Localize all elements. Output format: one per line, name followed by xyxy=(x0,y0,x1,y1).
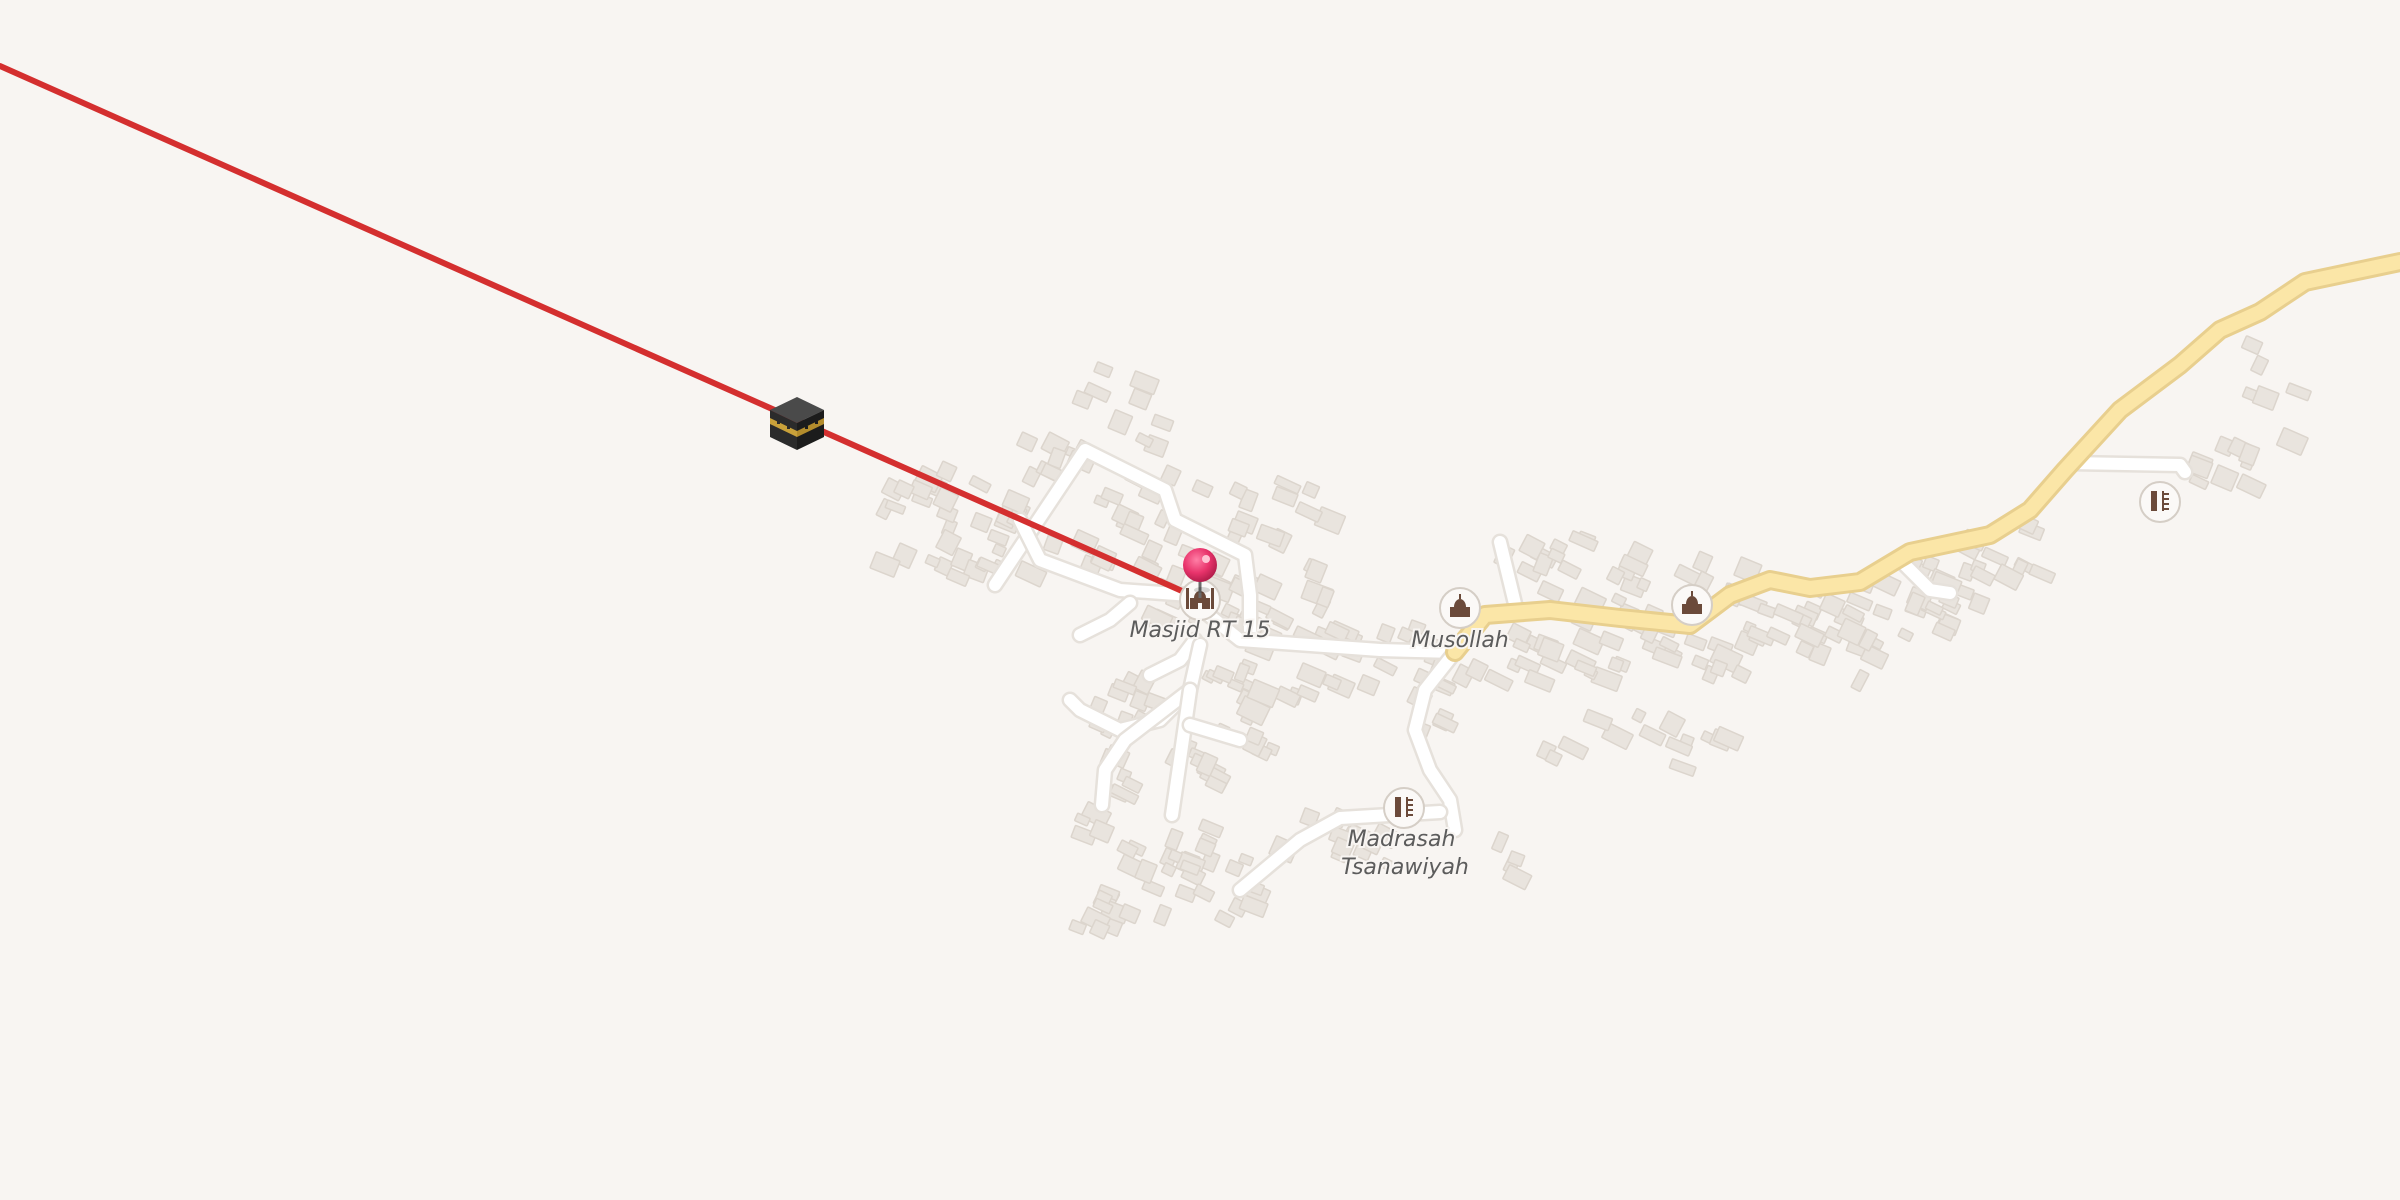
building xyxy=(2285,382,2312,402)
building xyxy=(2276,427,2309,456)
building xyxy=(1757,602,1777,619)
poi-label-line: Tsanawiyah xyxy=(1341,855,1469,880)
poi-mosque[interactable] xyxy=(1671,584,1713,626)
building xyxy=(924,554,941,569)
building xyxy=(2028,563,2056,584)
building xyxy=(1296,662,1327,689)
building xyxy=(1850,668,1870,693)
building xyxy=(1631,707,1647,724)
qibla-direction-line xyxy=(0,63,1203,602)
building xyxy=(1373,657,1398,677)
building xyxy=(1524,669,1556,693)
building xyxy=(1093,361,1114,379)
poi-label: Masjid RT 15 xyxy=(1130,618,1271,643)
poi-school[interactable] xyxy=(2139,481,2181,523)
building xyxy=(970,511,993,534)
building xyxy=(2236,473,2267,499)
building xyxy=(1192,883,1216,903)
building xyxy=(1794,622,1825,648)
building xyxy=(1484,668,1514,692)
building xyxy=(1301,481,1321,499)
building xyxy=(1557,559,1582,580)
building xyxy=(1376,623,1396,644)
kaaba-icon[interactable] xyxy=(770,397,824,450)
building xyxy=(1683,633,1708,652)
building xyxy=(2210,464,2240,492)
building xyxy=(1356,674,1381,697)
building xyxy=(1691,654,1710,671)
building xyxy=(1897,627,1914,643)
building xyxy=(1164,827,1184,851)
building xyxy=(1016,431,1039,453)
building xyxy=(2250,354,2270,376)
poi-label: Musollah xyxy=(1411,628,1509,653)
building xyxy=(1970,565,1996,587)
building xyxy=(1872,603,1893,621)
building xyxy=(2251,385,2280,411)
building xyxy=(1191,479,1214,499)
building xyxy=(1502,864,1533,891)
mosque-icon xyxy=(1439,587,1481,629)
building xyxy=(1491,831,1510,854)
building xyxy=(1668,758,1697,777)
building xyxy=(968,475,992,494)
building xyxy=(1582,708,1614,732)
building xyxy=(1153,903,1172,927)
building xyxy=(1255,523,1286,548)
building xyxy=(987,529,1010,547)
building xyxy=(2241,335,2264,355)
map-canvas[interactable]: Masjid RT 15 Musollah Madrasah Tsanawiya… xyxy=(0,0,2400,1200)
mosque-icon xyxy=(1671,584,1713,626)
school-icon xyxy=(1383,787,1425,829)
building xyxy=(1537,580,1565,604)
building xyxy=(1294,501,1323,523)
building xyxy=(1611,592,1627,607)
building xyxy=(1692,550,1714,574)
building xyxy=(1107,409,1134,436)
building xyxy=(1150,413,1175,432)
building xyxy=(1598,630,1625,652)
poi-label-line: Madrasah xyxy=(1348,827,1456,852)
school-icon xyxy=(2139,481,2181,523)
